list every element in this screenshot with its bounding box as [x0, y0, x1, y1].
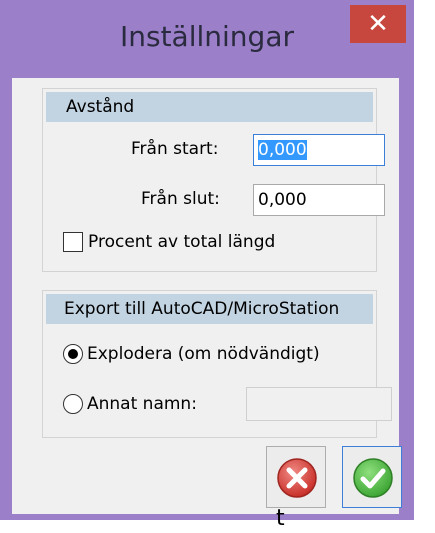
title-bar[interactable]: Inställningar ✕: [0, 0, 414, 84]
distance-group: Avstånd Från start: 0,000 Från slut: 0,0…: [42, 88, 385, 272]
other-name-field[interactable]: [246, 387, 392, 421]
dialog-client-area: Avstånd Från start: 0,000 Från slut: 0,0…: [12, 78, 402, 514]
stray-text: t: [276, 506, 285, 531]
ok-button[interactable]: [342, 446, 402, 508]
from-end-label: Från slut:: [141, 189, 220, 209]
from-start-field[interactable]: 0,000: [253, 134, 385, 166]
close-button[interactable]: ✕: [350, 5, 406, 43]
settings-dialog: Inställningar ✕ Avstånd Från start: 0,00…: [0, 0, 414, 520]
export-group-header: Export till AutoCAD/MicroStation: [46, 294, 373, 324]
other-name-radio-label[interactable]: Annat namn:: [87, 392, 197, 416]
export-group: Export till AutoCAD/MicroStation Explode…: [42, 290, 392, 438]
percent-checkbox-label[interactable]: Procent av total längd: [88, 230, 275, 254]
checkmark-icon: [353, 458, 393, 498]
distance-group-header: Avstånd: [46, 92, 373, 122]
close-icon: ✕: [367, 9, 389, 39]
from-end-field[interactable]: 0,000: [253, 184, 385, 216]
other-name-radio[interactable]: [63, 394, 83, 414]
from-start-selected-text: 0,000: [258, 140, 307, 160]
cancel-x-icon: [277, 458, 317, 498]
explode-radio-label[interactable]: Explodera (om nödvändigt): [87, 342, 320, 366]
from-start-label: Från start:: [131, 139, 219, 159]
percent-checkbox[interactable]: [63, 232, 83, 252]
explode-radio[interactable]: [63, 344, 83, 364]
cancel-button[interactable]: [266, 446, 326, 508]
